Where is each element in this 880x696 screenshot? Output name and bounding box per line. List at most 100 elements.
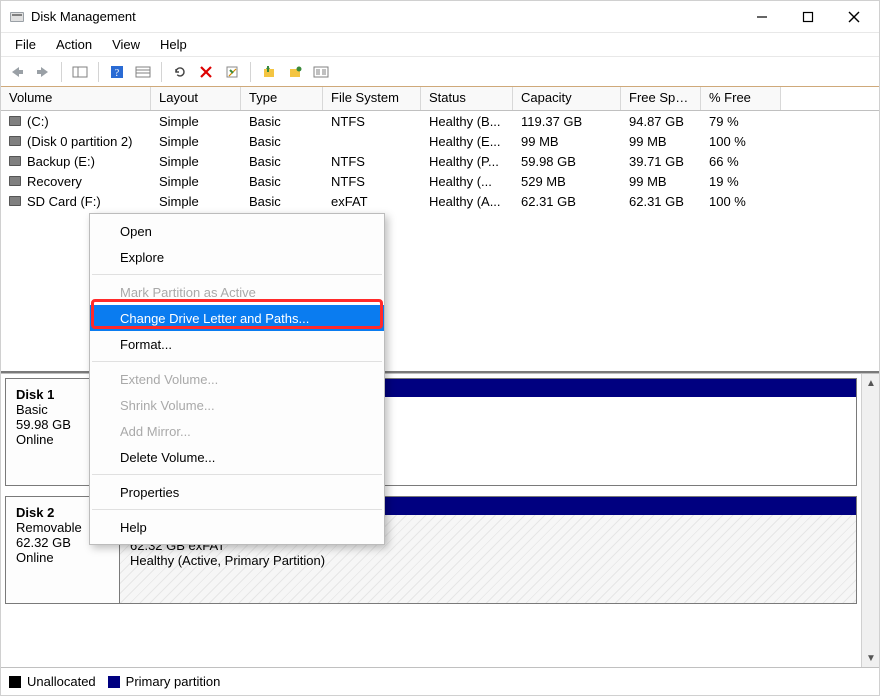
help-button[interactable]: ? [105,60,129,84]
forward-button[interactable] [31,60,55,84]
volume-name: (Disk 0 partition 2) [27,134,132,149]
cell-pfree: 66 % [701,153,781,170]
close-button[interactable] [831,2,877,32]
col-header-capacity[interactable]: Capacity [513,87,621,110]
vertical-scrollbar[interactable]: ▲ ▼ [861,374,879,667]
legend-unallocated: Unallocated [27,674,96,689]
swatch-unallocated [9,676,21,688]
legend: Unallocated Primary partition [1,667,879,695]
ctx-explore[interactable]: Explore [90,244,384,270]
app-icon [9,9,25,25]
volume-name: SD Card (F:) [27,194,101,209]
col-header-pctfree[interactable]: % Free [701,87,781,110]
cell-type: Basic [241,173,323,190]
toolbar-separator [161,62,162,82]
cell-layout: Simple [151,133,241,150]
ctx-separator [92,509,382,510]
cell-pfree: 100 % [701,133,781,150]
ctx-separator [92,361,382,362]
cell-free: 62.31 GB [621,193,701,210]
volume-name: Backup (E:) [27,154,95,169]
menu-help[interactable]: Help [150,35,197,54]
cell-capacity: 62.31 GB [513,193,621,210]
cell-status: Healthy (A... [421,193,513,210]
col-header-type[interactable]: Type [241,87,323,110]
menubar: File Action View Help [1,33,879,57]
context-menu: Open Explore Mark Partition as Active Ch… [89,213,385,545]
scroll-up-icon[interactable]: ▲ [862,374,880,392]
cell-layout: Simple [151,113,241,130]
toolbar-separator [98,62,99,82]
col-header-filesystem[interactable]: File System [323,87,421,110]
cell-pfree: 100 % [701,193,781,210]
col-header-status[interactable]: Status [421,87,513,110]
cell-status: Healthy (B... [421,113,513,130]
disk-state: Online [16,550,109,565]
maximize-button[interactable] [785,2,831,32]
minimize-button[interactable] [739,2,785,32]
col-header-volume[interactable]: Volume [1,87,151,110]
cell-free: 94.87 GB [621,113,701,130]
ctx-properties[interactable]: Properties [90,479,384,505]
volume-row[interactable]: Backup (E:) Simple Basic NTFS Healthy (P… [1,151,879,171]
ctx-separator [92,274,382,275]
cell-free: 99 MB [621,133,701,150]
legend-primary: Primary partition [126,674,221,689]
toolbar: ? [1,57,879,87]
volume-name: Recovery [27,174,82,189]
cell-capacity: 529 MB [513,173,621,190]
ctx-extend-volume: Extend Volume... [90,366,384,392]
volume-row[interactable]: (C:) Simple Basic NTFS Healthy (B... 119… [1,111,879,131]
ctx-format[interactable]: Format... [90,331,384,357]
actions-list-button[interactable] [131,60,155,84]
drive-icon [9,136,21,146]
drive-icon [9,156,21,166]
col-header-freespace[interactable]: Free Spa... [621,87,701,110]
cell-fs: NTFS [323,113,421,130]
ctx-change-drive-letter[interactable]: Change Drive Letter and Paths... [90,305,384,331]
disk-management-window: Disk Management File Action View Help ? [0,0,880,696]
cell-fs [323,140,421,142]
ctx-help[interactable]: Help [90,514,384,540]
cell-free: 39.71 GB [621,153,701,170]
menu-view[interactable]: View [102,35,150,54]
titlebar: Disk Management [1,1,879,33]
ctx-mark-partition-active: Mark Partition as Active [90,279,384,305]
toolbar-icon-1[interactable] [257,60,281,84]
cell-capacity: 119.37 GB [513,113,621,130]
volume-row[interactable]: (Disk 0 partition 2) Simple Basic Health… [1,131,879,151]
cell-layout: Simple [151,173,241,190]
cell-capacity: 99 MB [513,133,621,150]
svg-text:?: ? [115,68,120,79]
cell-fs: exFAT [323,193,421,210]
show-hide-console-tree-button[interactable] [68,60,92,84]
cell-type: Basic [241,153,323,170]
volume-row[interactable]: SD Card (F:) Simple Basic exFAT Healthy … [1,191,879,211]
cell-type: Basic [241,193,323,210]
menu-file[interactable]: File [5,35,46,54]
scroll-down-icon[interactable]: ▼ [862,649,880,667]
cell-pfree: 79 % [701,113,781,130]
delete-button[interactable] [194,60,218,84]
toolbar-icon-2[interactable] [283,60,307,84]
volume-list-header: Volume Layout Type File System Status Ca… [1,87,879,111]
refresh-button[interactable] [168,60,192,84]
toolbar-icon-3[interactable] [309,60,333,84]
cell-status: Healthy (P... [421,153,513,170]
properties-button[interactable] [220,60,244,84]
volume-name: (C:) [27,114,49,129]
cell-free: 99 MB [621,173,701,190]
back-button[interactable] [5,60,29,84]
menu-action[interactable]: Action [46,35,102,54]
cell-type: Basic [241,133,323,150]
toolbar-separator [250,62,251,82]
ctx-delete-volume[interactable]: Delete Volume... [90,444,384,470]
volume-row[interactable]: Recovery Simple Basic NTFS Healthy (... … [1,171,879,191]
drive-icon [9,176,21,186]
swatch-primary [108,676,120,688]
region-line3: Healthy (Active, Primary Partition) [130,553,846,568]
col-header-layout[interactable]: Layout [151,87,241,110]
cell-layout: Simple [151,193,241,210]
cell-capacity: 59.98 GB [513,153,621,170]
ctx-open[interactable]: Open [90,218,384,244]
